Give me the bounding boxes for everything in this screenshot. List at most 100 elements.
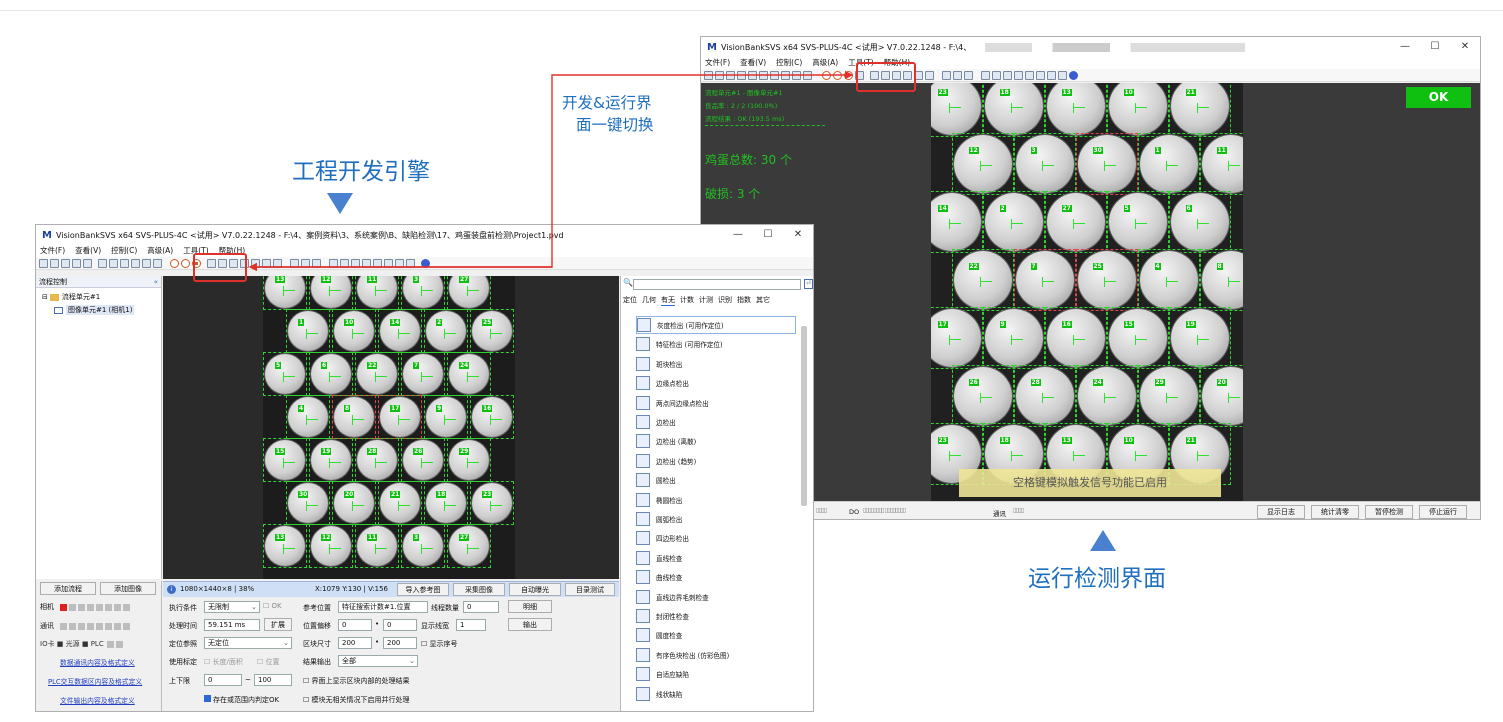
stop-run-button[interactable]: 停止运行 bbox=[1419, 505, 1467, 519]
tool-item[interactable]: 封闭性检查 bbox=[636, 607, 689, 625]
collapse-icon[interactable]: « bbox=[154, 276, 158, 288]
new-icon[interactable] bbox=[39, 258, 48, 268]
import-ref-button[interactable]: 导入参考图 bbox=[397, 583, 449, 596]
comm-format-link[interactable]: 数据通讯内容及格式定义 bbox=[60, 657, 135, 667]
tool-item[interactable]: 圆弧检出 bbox=[636, 510, 682, 528]
dir-test-button[interactable]: 目录测试 bbox=[565, 583, 615, 596]
monitor-icon[interactable] bbox=[942, 70, 951, 80]
tree-root[interactable]: ⊟ 流程单元#1 bbox=[36, 288, 161, 302]
tool-item[interactable]: 边检出 (离散) bbox=[636, 432, 696, 450]
auto-exposure-button[interactable]: 自动曝光 bbox=[509, 583, 561, 596]
tab-identify[interactable]: 识别 bbox=[718, 295, 732, 306]
pin-icon[interactable] bbox=[301, 258, 310, 268]
eye-icon[interactable] bbox=[142, 258, 151, 268]
expand-button[interactable]: 扩展 bbox=[264, 618, 292, 631]
device-icon[interactable] bbox=[384, 258, 393, 268]
zoom-in-icon[interactable] bbox=[759, 70, 768, 80]
db-icon[interactable] bbox=[329, 258, 338, 268]
tool-item[interactable]: 圆检出 bbox=[636, 471, 676, 489]
zoom-out-icon[interactable] bbox=[770, 70, 779, 80]
locate-ref-select[interactable]: 无定位 ⌄ bbox=[204, 637, 292, 649]
tool-item[interactable]: 斑块检出 bbox=[636, 355, 682, 373]
gear-icon[interactable] bbox=[312, 258, 321, 268]
grid-icon[interactable] bbox=[72, 258, 81, 268]
info-icon[interactable] bbox=[1069, 70, 1078, 80]
pause-detect-button[interactable]: 暂停检测 bbox=[1365, 505, 1413, 519]
tool-item[interactable]: 边检出 bbox=[636, 413, 676, 431]
tab-index[interactable]: 指数 bbox=[737, 295, 751, 306]
close-button[interactable]: ✕ bbox=[783, 225, 813, 245]
block-w-field[interactable]: 200 bbox=[338, 637, 372, 649]
menu-file[interactable]: 文件(F) bbox=[40, 245, 65, 257]
folder-icon[interactable] bbox=[1014, 70, 1023, 80]
pin-icon[interactable] bbox=[953, 70, 962, 80]
tool-item[interactable]: 灰度检出 (可用作定位) bbox=[636, 316, 796, 334]
layout-icon[interactable] bbox=[83, 258, 92, 268]
tool-search-input[interactable] bbox=[633, 279, 801, 290]
tool-item[interactable]: 圆度检查 bbox=[636, 626, 682, 644]
menu-file[interactable]: 文件(F) bbox=[705, 57, 730, 69]
limit-high-field[interactable]: 100 bbox=[254, 674, 292, 686]
ref-pos-select[interactable]: 特征搜索计数#1.位置 bbox=[338, 601, 428, 613]
maximize-button[interactable]: ☐ bbox=[1420, 37, 1450, 57]
tool-item[interactable]: 有序色块检出 (仿彩色图) bbox=[636, 646, 729, 664]
zoom-out-icon[interactable] bbox=[109, 258, 118, 268]
tree-child[interactable]: 图像单元#1 (相机1) bbox=[36, 302, 161, 315]
info-icon[interactable] bbox=[421, 258, 430, 268]
wand-icon[interactable] bbox=[925, 70, 934, 80]
tool-item[interactable]: 直线边界毛刺检查 bbox=[636, 588, 709, 606]
settings-icon[interactable] bbox=[406, 258, 415, 268]
tree-expand-icon[interactable]: ⊟ bbox=[42, 293, 48, 301]
menu-view[interactable]: 查看(V) bbox=[740, 57, 766, 69]
db-icon[interactable] bbox=[981, 70, 990, 80]
menu-view[interactable]: 查看(V) bbox=[75, 245, 101, 257]
calib-pos-checkbox[interactable]: ☐ 位置 bbox=[257, 657, 280, 667]
settings-icon[interactable] bbox=[1058, 70, 1067, 80]
print-icon[interactable] bbox=[395, 258, 404, 268]
save-icon[interactable] bbox=[61, 258, 70, 268]
tool-item[interactable]: 线状缺陷 bbox=[636, 685, 682, 703]
plc-format-link[interactable]: PLC交互数据区内容及格式定义 bbox=[48, 676, 142, 686]
chart-icon[interactable] bbox=[351, 258, 360, 268]
mail-icon[interactable] bbox=[1025, 70, 1034, 80]
pause-icon[interactable] bbox=[833, 70, 842, 80]
open-icon[interactable] bbox=[50, 258, 59, 268]
menu-advanced[interactable]: 高级(A) bbox=[147, 245, 173, 257]
stop-icon[interactable] bbox=[844, 70, 853, 80]
new-icon[interactable] bbox=[704, 70, 713, 80]
parallel-checkbox[interactable]: ☐ 模块无相关情况下启用并行处理 bbox=[303, 695, 410, 705]
io-icon[interactable] bbox=[251, 258, 260, 268]
open-icon[interactable] bbox=[715, 70, 724, 80]
tab-locate[interactable]: 定位 bbox=[623, 295, 637, 306]
show-log-button[interactable]: 显示日志 bbox=[1257, 505, 1305, 519]
zoom-fit-icon[interactable] bbox=[120, 258, 129, 268]
menu-control[interactable]: 控制(C) bbox=[776, 57, 802, 69]
sync-icon[interactable] bbox=[992, 70, 1001, 80]
offset-x-field[interactable]: 0 bbox=[338, 619, 372, 631]
offset-y-field[interactable]: 0 bbox=[383, 619, 417, 631]
tool-item[interactable]: 椭圆检出 bbox=[636, 491, 682, 509]
device-icon[interactable] bbox=[1036, 70, 1045, 80]
line-width-field[interactable]: 1 bbox=[456, 619, 486, 631]
minimize-button[interactable]: — bbox=[723, 225, 753, 245]
add-image-button[interactable]: 添加图像 bbox=[100, 582, 156, 595]
capture-button[interactable]: 采集图像 bbox=[453, 583, 505, 596]
reset-stats-button[interactable]: 统计清零 bbox=[1311, 505, 1359, 519]
mail-icon[interactable] bbox=[373, 258, 382, 268]
wand-icon[interactable] bbox=[273, 258, 282, 268]
tab-other[interactable]: 其它 bbox=[756, 295, 770, 306]
tools-icon[interactable] bbox=[262, 258, 271, 268]
exist-judge-checkbox[interactable]: 存在或范围内判定OK bbox=[204, 695, 279, 705]
output-button[interactable]: 输出 bbox=[508, 618, 552, 631]
crosshair-icon[interactable] bbox=[153, 258, 162, 268]
eye-icon[interactable] bbox=[803, 70, 812, 80]
tool-item[interactable]: 曲线检查 bbox=[636, 568, 682, 586]
tab-geometry[interactable]: 几何 bbox=[642, 295, 656, 306]
minimize-button[interactable]: — bbox=[1390, 37, 1420, 57]
sync-icon[interactable] bbox=[340, 258, 349, 268]
tool-item[interactable]: 自适应缺陷 bbox=[636, 665, 689, 683]
show-seq-checkbox[interactable]: ☐ 显示序号 bbox=[421, 639, 458, 649]
ok-checkbox[interactable]: ☐ OK bbox=[263, 602, 282, 610]
tool-item[interactable]: 四边形检出 bbox=[636, 529, 689, 547]
result-out-select[interactable]: 全部 ⌄ bbox=[338, 655, 418, 667]
